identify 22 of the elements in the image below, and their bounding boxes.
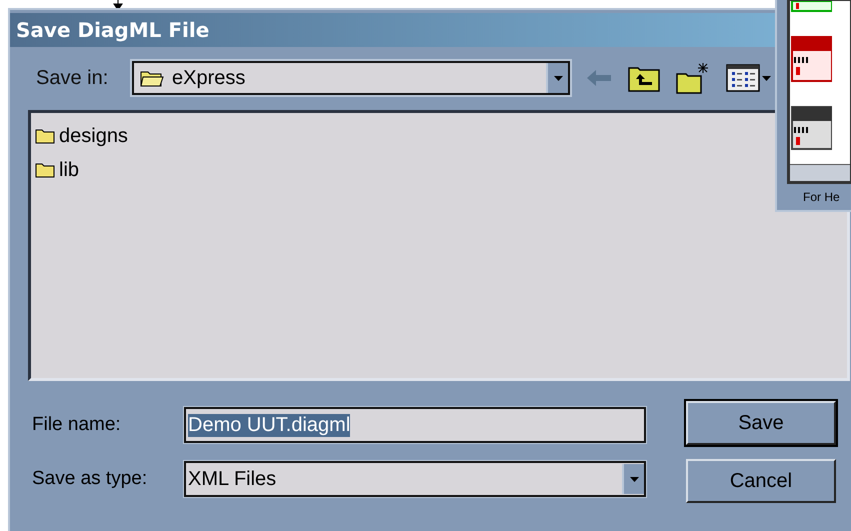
folder-icon: [35, 128, 55, 144]
folder-name: designs: [59, 124, 128, 148]
folder-item[interactable]: designs: [35, 119, 128, 153]
arrow-icon: [113, 0, 123, 10]
file-name-label: File name:: [31, 414, 122, 436]
folder-icon: [140, 69, 164, 87]
cancel-button[interactable]: Cancel: [686, 459, 836, 503]
save-as-type-label: Save as type:: [31, 468, 148, 490]
file-name-field[interactable]: Demo UUT.diagml: [184, 407, 646, 443]
save-button[interactable]: Save: [686, 401, 836, 445]
save-as-type-dropdown[interactable]: XML Files: [184, 461, 646, 497]
horizontal-scrollbar[interactable]: [790, 164, 850, 181]
status-text: For He: [803, 190, 841, 204]
folder-name: lib: [59, 158, 80, 182]
save-in-value: eXpress: [172, 66, 246, 90]
window-title: Save DiagML File: [16, 18, 210, 42]
view-menu-icon[interactable]: [726, 63, 772, 93]
save-in-dropdown[interactable]: eXpress: [132, 61, 570, 95]
new-folder-icon[interactable]: [676, 62, 710, 94]
folder-icon: [35, 162, 55, 178]
folder-item[interactable]: lib: [35, 153, 80, 187]
save-in-label: Save in:: [35, 66, 110, 90]
